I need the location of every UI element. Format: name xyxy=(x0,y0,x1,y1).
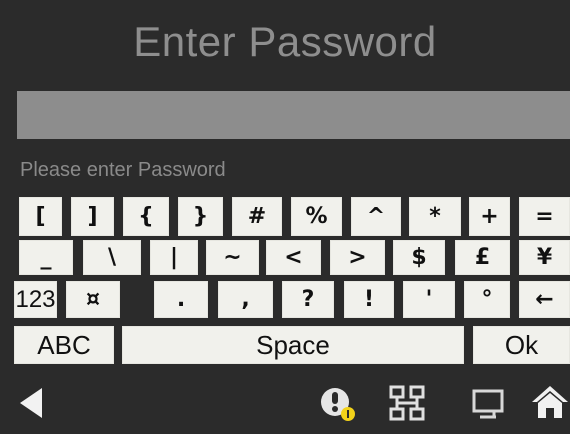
password-hint: Please enter Password xyxy=(20,159,226,181)
network-icon[interactable] xyxy=(388,384,426,422)
key-greater-than[interactable]: > xyxy=(330,240,385,275)
back-arrow-icon[interactable] xyxy=(14,386,48,420)
key-degree[interactable]: ° xyxy=(464,281,510,318)
key-asterisk[interactable]: * xyxy=(409,197,461,236)
key-pound[interactable]: £ xyxy=(455,240,510,275)
key-open-brace[interactable]: { xyxy=(123,197,169,236)
notification-icon[interactable] xyxy=(320,384,360,424)
key-question[interactable]: ? xyxy=(282,281,334,318)
key-123[interactable]: 123 xyxy=(14,281,57,318)
key-space[interactable]: Space xyxy=(122,326,464,364)
key-close-bracket[interactable]: ] xyxy=(71,197,114,236)
key-abc[interactable]: ABC xyxy=(14,326,114,364)
display-icon[interactable] xyxy=(470,386,506,422)
key-plus[interactable]: + xyxy=(469,197,510,236)
key-equals[interactable]: = xyxy=(519,197,570,236)
key-close-brace[interactable]: } xyxy=(178,197,223,236)
key-tilde[interactable]: ~ xyxy=(206,240,259,275)
key-backspace[interactable]: ← xyxy=(519,281,570,318)
key-pipe[interactable]: | xyxy=(150,240,198,275)
page-title: Enter Password xyxy=(0,0,570,84)
key-currency[interactable]: ¤ xyxy=(66,281,120,318)
key-caret[interactable]: ^ xyxy=(351,197,401,236)
home-icon[interactable] xyxy=(530,382,570,422)
key-hash[interactable]: # xyxy=(232,197,282,236)
key-backslash[interactable]: \ xyxy=(83,240,141,275)
key-yen[interactable]: ¥ xyxy=(519,240,570,275)
key-open-bracket[interactable]: [ xyxy=(19,197,62,236)
key-less-than[interactable]: < xyxy=(266,240,321,275)
key-underscore[interactable]: _ xyxy=(19,240,73,275)
on-screen-keyboard: [ ] { } # % ^ * + = _ \ | ~ < > $ £ ¥ 12… xyxy=(14,184,570,366)
key-comma[interactable]: , xyxy=(218,281,273,318)
key-exclamation[interactable]: ! xyxy=(344,281,394,318)
key-apostrophe[interactable]: ' xyxy=(403,281,455,318)
key-dollar[interactable]: $ xyxy=(393,240,445,275)
password-input[interactable] xyxy=(17,91,570,139)
key-percent[interactable]: % xyxy=(291,197,342,236)
bottom-nav-bar xyxy=(0,366,570,434)
key-period[interactable]: . xyxy=(154,281,208,318)
key-ok[interactable]: Ok xyxy=(473,326,570,364)
